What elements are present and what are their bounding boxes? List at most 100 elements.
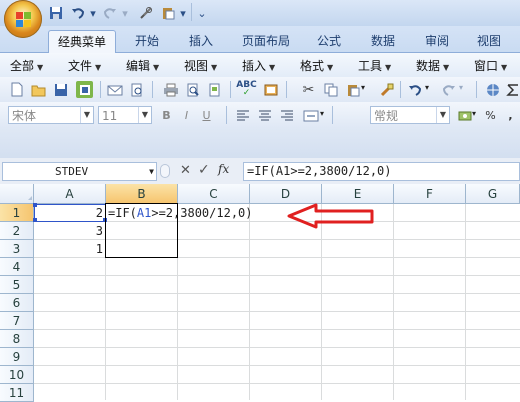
tab-review[interactable]: 审阅 xyxy=(414,30,460,52)
row-header-8[interactable]: 8 xyxy=(0,330,34,348)
permission-icon[interactable] xyxy=(76,81,93,98)
comma-style-button[interactable]: , xyxy=(502,107,519,124)
row-header-4[interactable]: 4 xyxy=(0,258,34,276)
customize-qat-icon[interactable]: ⌄ xyxy=(196,5,208,21)
merge-center-icon[interactable] xyxy=(302,107,319,124)
font-size-combo[interactable]: 11 ▼ xyxy=(98,106,152,124)
redo-icon[interactable] xyxy=(102,5,118,21)
column-header-g[interactable]: G xyxy=(466,184,520,204)
paste-icon[interactable] xyxy=(160,5,176,21)
copy-icon[interactable] xyxy=(322,81,339,98)
menu-format[interactable]: 格式 ▼ xyxy=(300,57,333,74)
splitter-handle[interactable] xyxy=(160,164,170,178)
column-header-e[interactable]: E xyxy=(322,184,394,204)
column-header-c[interactable]: C xyxy=(178,184,250,204)
enter-formula-button[interactable]: ✓ xyxy=(198,162,210,178)
sum-icon[interactable] xyxy=(504,81,520,98)
tab-formulas[interactable]: 公式 xyxy=(306,30,352,52)
cancel-formula-button[interactable]: ✕ xyxy=(180,163,191,178)
column-header-a[interactable]: A xyxy=(34,184,106,204)
currency-dropdown-arrow[interactable]: ▾ xyxy=(472,109,476,118)
underline-icon[interactable]: U xyxy=(198,107,215,124)
save-icon[interactable] xyxy=(48,5,64,21)
menu-window[interactable]: 窗口 ▼ xyxy=(474,57,507,74)
menu-view[interactable]: 视图 ▼ xyxy=(184,57,217,74)
number-format-combo[interactable]: 常规 ▼ xyxy=(370,106,450,124)
cell-a1[interactable]: 2 xyxy=(34,204,106,222)
menu-insert[interactable]: 插入 ▼ xyxy=(242,57,275,74)
menu-tools[interactable]: 工具 ▼ xyxy=(358,57,391,74)
column-header-b[interactable]: B xyxy=(106,184,178,204)
redo-icon[interactable] xyxy=(440,81,457,98)
cell-a2[interactable]: 3 xyxy=(34,222,106,240)
tab-view[interactable]: 视图 xyxy=(466,30,512,52)
column-header-d[interactable]: D xyxy=(250,184,322,204)
menu-label: 窗口 xyxy=(474,59,499,73)
new-document-icon[interactable] xyxy=(8,81,25,98)
row-header-6[interactable]: 6 xyxy=(0,294,34,312)
open-folder-icon[interactable] xyxy=(30,81,47,98)
cell-a3[interactable]: 1 xyxy=(34,240,106,258)
bold-icon[interactable]: B xyxy=(158,107,175,124)
align-left-icon[interactable] xyxy=(234,107,251,124)
tab-page-layout[interactable]: 页面布局 xyxy=(234,30,298,52)
chevron-down-icon[interactable]: ▼ xyxy=(149,163,154,180)
tab-data[interactable]: 数据 xyxy=(360,30,406,52)
name-box[interactable]: STDEV ▼ xyxy=(2,162,157,181)
print-preview-icon[interactable] xyxy=(184,81,201,98)
hyperlink-icon[interactable] xyxy=(484,81,501,98)
paste-dropdown-arrow[interactable]: ▾ xyxy=(178,5,188,21)
undo-icon[interactable] xyxy=(406,81,423,98)
undo-icon[interactable] xyxy=(70,5,86,21)
research-icon[interactable] xyxy=(262,81,279,98)
align-right-icon[interactable] xyxy=(278,107,295,124)
italic-icon[interactable]: I xyxy=(178,107,195,124)
print-preview-icon[interactable] xyxy=(128,81,145,98)
tools-icon[interactable] xyxy=(138,5,154,21)
menu-all[interactable]: 全部 ▼ xyxy=(10,57,43,74)
tab-insert[interactable]: 插入 xyxy=(178,30,224,52)
redo-dropdown-arrow[interactable]: ▾ xyxy=(459,83,463,92)
tab-home[interactable]: 开始 xyxy=(124,30,170,52)
chevron-down-icon[interactable]: ▼ xyxy=(138,107,151,123)
chevron-down-icon[interactable]: ▼ xyxy=(80,107,93,123)
format-painter-icon[interactable] xyxy=(378,81,395,98)
menu-data[interactable]: 数据 ▼ xyxy=(416,57,449,74)
cut-icon[interactable]: ✂ xyxy=(300,81,317,98)
row-header-10[interactable]: 10 xyxy=(0,366,34,384)
row-header-1[interactable]: 1 xyxy=(0,204,34,222)
office-logo-tile xyxy=(16,20,23,27)
chevron-down-icon[interactable]: ▼ xyxy=(436,107,449,123)
redo-dropdown-arrow[interactable]: ▾ xyxy=(120,5,130,21)
row-header-5[interactable]: 5 xyxy=(0,276,34,294)
currency-icon[interactable] xyxy=(456,107,473,124)
tab-classic-menu[interactable]: 经典菜单 xyxy=(48,30,116,53)
save-icon[interactable] xyxy=(52,81,69,98)
insert-function-button[interactable]: fx xyxy=(218,162,229,176)
align-center-icon[interactable] xyxy=(256,107,273,124)
spelling-icon[interactable]: ABC ✓ xyxy=(236,80,256,97)
merge-dropdown-arrow[interactable]: ▾ xyxy=(320,109,324,118)
office-button[interactable] xyxy=(4,0,42,38)
cell-b1-editing[interactable]: =IF(A1>=2,3800/12,0) xyxy=(108,204,288,222)
row-header-3[interactable]: 3 xyxy=(0,240,34,258)
mail-icon[interactable] xyxy=(106,81,123,98)
row-header-7[interactable]: 7 xyxy=(0,312,34,330)
paste-icon[interactable] xyxy=(344,81,361,98)
column-header-f[interactable]: F xyxy=(394,184,466,204)
select-all-corner[interactable] xyxy=(0,184,34,204)
preview-icon[interactable] xyxy=(206,81,223,98)
percent-style-button[interactable]: % xyxy=(482,107,499,124)
undo-dropdown-arrow[interactable]: ▾ xyxy=(88,5,98,21)
row-header-11[interactable]: 11 xyxy=(0,384,34,402)
paste-dropdown-arrow[interactable]: ▾ xyxy=(361,83,365,92)
row-header-9[interactable]: 9 xyxy=(0,348,34,366)
font-name-combo[interactable]: 宋体 ▼ xyxy=(8,106,94,124)
formula-reference: A1 xyxy=(136,206,152,220)
undo-dropdown-arrow[interactable]: ▾ xyxy=(425,83,429,92)
print-icon[interactable] xyxy=(162,81,179,98)
formula-input[interactable]: =IF(A1>=2,3800/12,0) xyxy=(243,162,520,181)
row-header-2[interactable]: 2 xyxy=(0,222,34,240)
menu-file[interactable]: 文件 ▼ xyxy=(68,57,101,74)
menu-edit[interactable]: 编辑 ▼ xyxy=(126,57,159,74)
